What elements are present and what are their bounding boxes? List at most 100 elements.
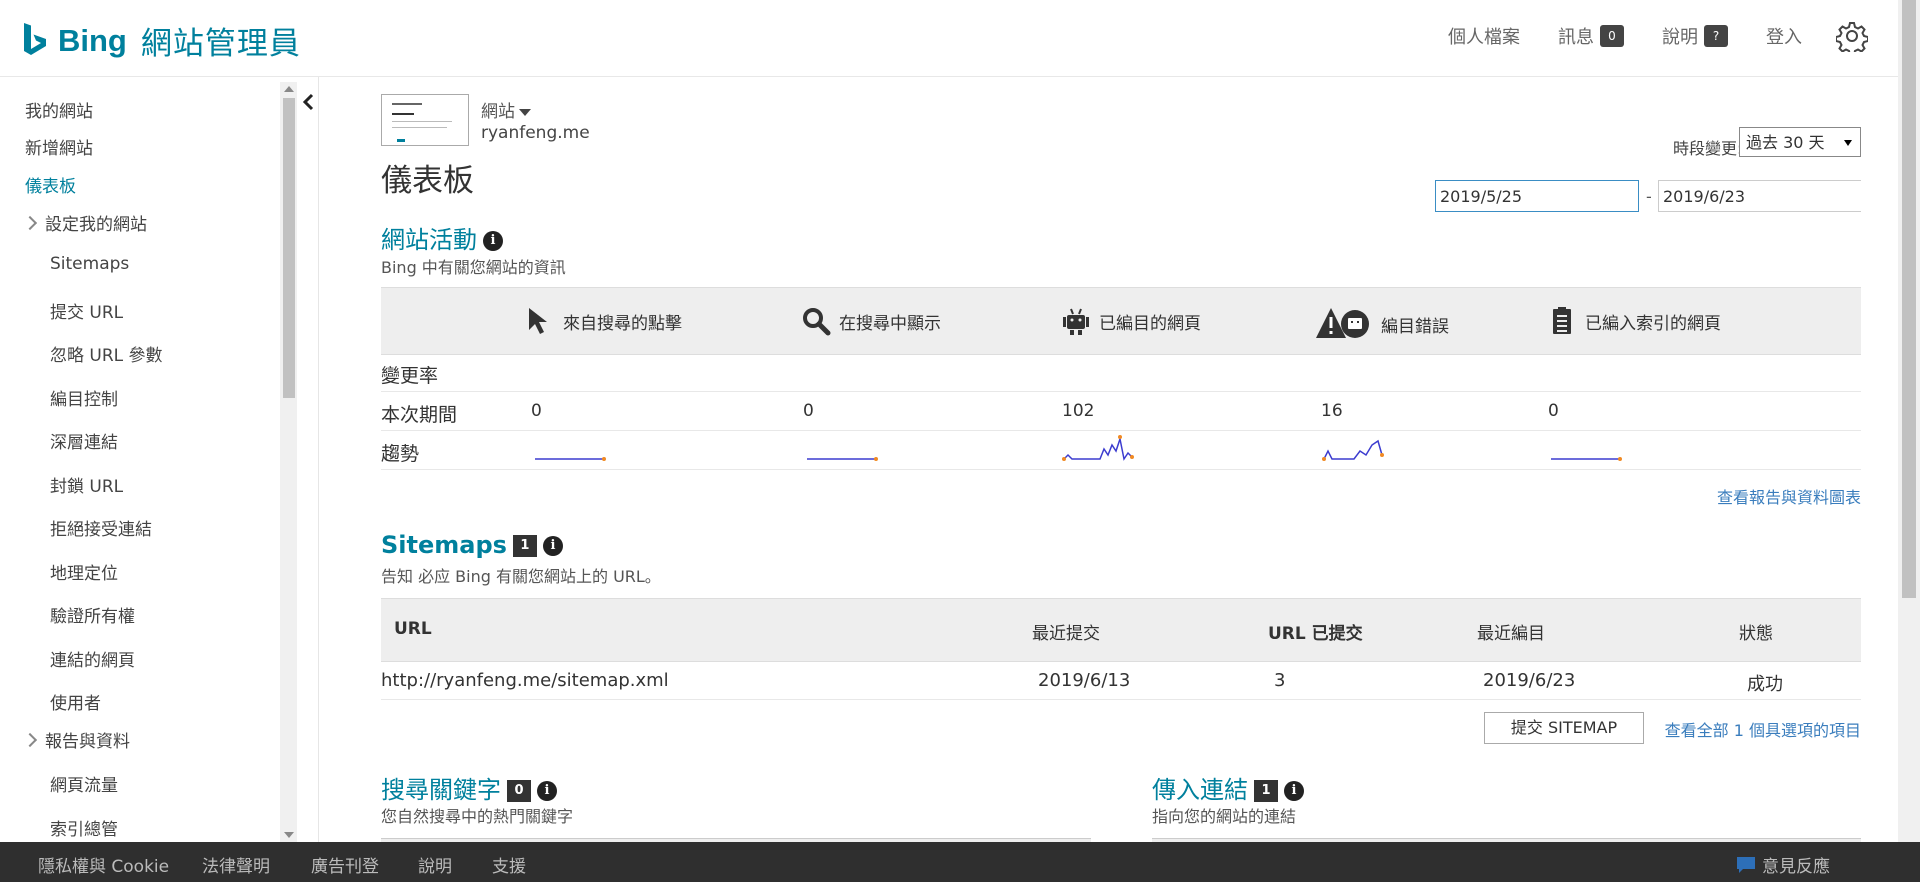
warning-robot-icon — [1316, 308, 1369, 338]
profile-link[interactable]: 個人檔案 — [1448, 23, 1520, 49]
page-title: 儀表板 — [381, 163, 474, 199]
sidebar-item-connected-pages[interactable]: 連結的網頁 — [50, 646, 135, 671]
footer-advertise-link[interactable]: 廣告刊登 — [311, 852, 379, 877]
date-from-input[interactable] — [1435, 180, 1639, 212]
sitemaps-title: Sitemaps 1 i — [381, 531, 563, 559]
footer-help-link[interactable]: 說明 — [418, 852, 452, 877]
sidebar-item-my-sites[interactable]: 我的網站 — [25, 97, 93, 122]
robot-icon — [1063, 308, 1089, 335]
messages-label: 訊息 — [1558, 27, 1594, 48]
sidebar-item-deep-links[interactable]: 深層連結 — [50, 428, 118, 453]
footer-legal-link[interactable]: 法律聲明 — [202, 852, 270, 877]
sidebar-item-reports[interactable]: 報告與資料 — [22, 727, 130, 752]
value-crawl-errors: 16 — [1321, 401, 1343, 421]
chat-bubble-icon — [1737, 856, 1755, 873]
sitemaps-table-header: URL 最近提交 URL 已提交 最近編目 狀態 — [381, 598, 1861, 662]
sidebar-item-configure[interactable]: 設定我的網站 — [22, 210, 147, 235]
col-last-crawled: 最近編目 — [1477, 624, 1545, 644]
top-nav: 個人檔案 訊息 0 說明? 登入 — [1410, 20, 1868, 52]
info-icon[interactable]: i — [1284, 781, 1304, 801]
sidebar-item-disavow-links[interactable]: 拒絕接受連結 — [50, 515, 152, 540]
scroll-up-arrow-icon[interactable] — [284, 86, 294, 92]
search-keywords-title-text: 搜尋關鍵字 — [381, 776, 501, 804]
date-range-dash: - — [1646, 187, 1652, 206]
top-header: Bing 網站管理員 個人檔案 訊息 0 說明? 登入 — [0, 0, 1898, 77]
page-scroll-thumb[interactable] — [1902, 0, 1916, 598]
product-title: 網站管理員 — [140, 26, 301, 62]
sidebar-item-add-site[interactable]: 新增網站 — [25, 134, 93, 159]
trend-sparkline-crawl-errors — [1322, 439, 1384, 461]
date-to-input[interactable] — [1658, 180, 1861, 212]
site-selector-dropdown[interactable]: 網站 — [481, 97, 531, 122]
footer-privacy-link[interactable]: 隱私權與 Cookie — [38, 852, 169, 877]
sidebar-item-geo-targeting[interactable]: 地理定位 — [50, 559, 118, 584]
footer: 隱私權與 Cookie 法律聲明 廣告刊登 說明 支援 意見反應 — [0, 842, 1920, 882]
sidebar-item-block-urls[interactable]: 封鎖 URL — [50, 472, 123, 497]
sidebar-item-page-traffic[interactable]: 網頁流量 — [50, 771, 118, 796]
sitemap-last-submitted: 2019/6/13 — [1038, 670, 1131, 691]
gear-icon[interactable] — [1836, 20, 1868, 52]
info-icon[interactable]: i — [537, 781, 557, 801]
help-link[interactable]: 說明? — [1662, 23, 1728, 49]
caret-down-icon — [519, 108, 531, 116]
sitemaps-title-text: Sitemaps — [381, 531, 507, 559]
period-select[interactable]: 過去 30 天 — [1739, 127, 1861, 157]
trend-sparkline-crawled — [1062, 435, 1134, 461]
sitemaps-subtitle: 告知 必应 Bing 有關您網站上的 URL。 — [381, 567, 661, 586]
view-reports-link[interactable]: 查看報告與資料圖表 — [1717, 484, 1861, 508]
sidebar-item-crawl-control[interactable]: 編目控制 — [50, 385, 118, 410]
col-urls-submitted: URL 已提交 — [1268, 624, 1363, 644]
collapse-sidebar-icon[interactable] — [301, 92, 315, 112]
sidebar-item-sitemaps[interactable]: Sitemaps — [50, 254, 129, 274]
submit-sitemap-button[interactable]: 提交 SITEMAP — [1484, 712, 1644, 744]
sidebar-item-label: 設定我的網站 — [45, 215, 147, 235]
sidebar-item-ignore-url-params[interactable]: 忽略 URL 參數 — [50, 341, 163, 366]
scroll-down-arrow-icon[interactable] — [284, 832, 294, 838]
chevron-right-icon — [22, 215, 38, 231]
col-last-submitted: 最近提交 — [1032, 624, 1100, 644]
col-status: 狀態 — [1739, 624, 1773, 644]
info-icon[interactable]: i — [542, 536, 563, 556]
sitemap-last-crawled: 2019/6/23 — [1483, 670, 1576, 691]
messages-link[interactable]: 訊息 0 — [1558, 23, 1624, 49]
sidebar-item-users[interactable]: 使用者 — [50, 689, 101, 714]
sidebar-item-verify-ownership[interactable]: 驗證所有權 — [50, 602, 135, 627]
login-link[interactable]: 登入 — [1766, 23, 1802, 49]
sidebar-scrollbar[interactable] — [280, 82, 297, 842]
site-activity-title: 網站活動 i — [381, 220, 503, 255]
trend-sparkline-indexed — [1551, 457, 1622, 461]
sitemap-url-link[interactable]: http://ryanfeng.me/sitemap.xml — [381, 670, 669, 691]
value-impressions: 0 — [803, 401, 814, 421]
search-icon — [803, 308, 831, 336]
site-activity-title-text: 網站活動 — [381, 226, 477, 254]
page-scrollbar[interactable] — [1898, 0, 1920, 842]
sidebar-item-submit-url[interactable]: 提交 URL — [50, 298, 123, 323]
row-label: 本次期間 — [381, 404, 458, 426]
bing-webmaster-logo[interactable]: Bing 網站管理員 — [22, 18, 301, 63]
sidebar-scroll-thumb[interactable] — [283, 98, 295, 398]
activity-col-impressions: 在搜尋中顯示 — [801, 306, 941, 336]
sidebar: 我的網站 新增網站 儀表板 設定我的網站 Sitemaps 提交 URL 忽略 … — [0, 77, 300, 842]
inbound-links-title: 傳入連結 1 i — [1152, 770, 1304, 805]
cursor-arrow-icon — [529, 308, 547, 334]
help-label: 說明 — [1662, 27, 1698, 48]
info-icon[interactable]: i — [483, 231, 503, 251]
activity-row-current-period: 本次期間 0 0 102 16 0 — [381, 392, 1861, 431]
sidebar-item-index-explorer[interactable]: 索引總管 — [50, 815, 118, 840]
footer-support-link[interactable]: 支援 — [492, 852, 526, 877]
activity-col-label: 已編入索引的網頁 — [1585, 313, 1721, 334]
site-url: ryanfeng.me — [481, 123, 590, 143]
activity-col-crawled: 已編目的網頁 — [1061, 306, 1201, 336]
search-keywords-subtitle: 您自然搜尋中的熱門關鍵字 — [381, 807, 574, 826]
sitemaps-count-badge: 1 — [512, 535, 537, 557]
bing-logo-icon — [24, 22, 46, 55]
activity-col-label: 已編目的網頁 — [1099, 313, 1201, 334]
document-list-icon — [1553, 307, 1571, 334]
sidebar-divider — [318, 77, 319, 842]
trend-sparkline-clicks — [535, 457, 606, 461]
feedback-button[interactable]: 意見反應 — [1736, 852, 1830, 877]
value-indexed: 0 — [1548, 401, 1559, 421]
row-label: 變更率 — [381, 365, 439, 387]
see-all-sitemaps-link[interactable]: 查看全部 1 個具選項的項目 — [1665, 717, 1861, 741]
sidebar-item-dashboard[interactable]: 儀表板 — [25, 172, 76, 197]
